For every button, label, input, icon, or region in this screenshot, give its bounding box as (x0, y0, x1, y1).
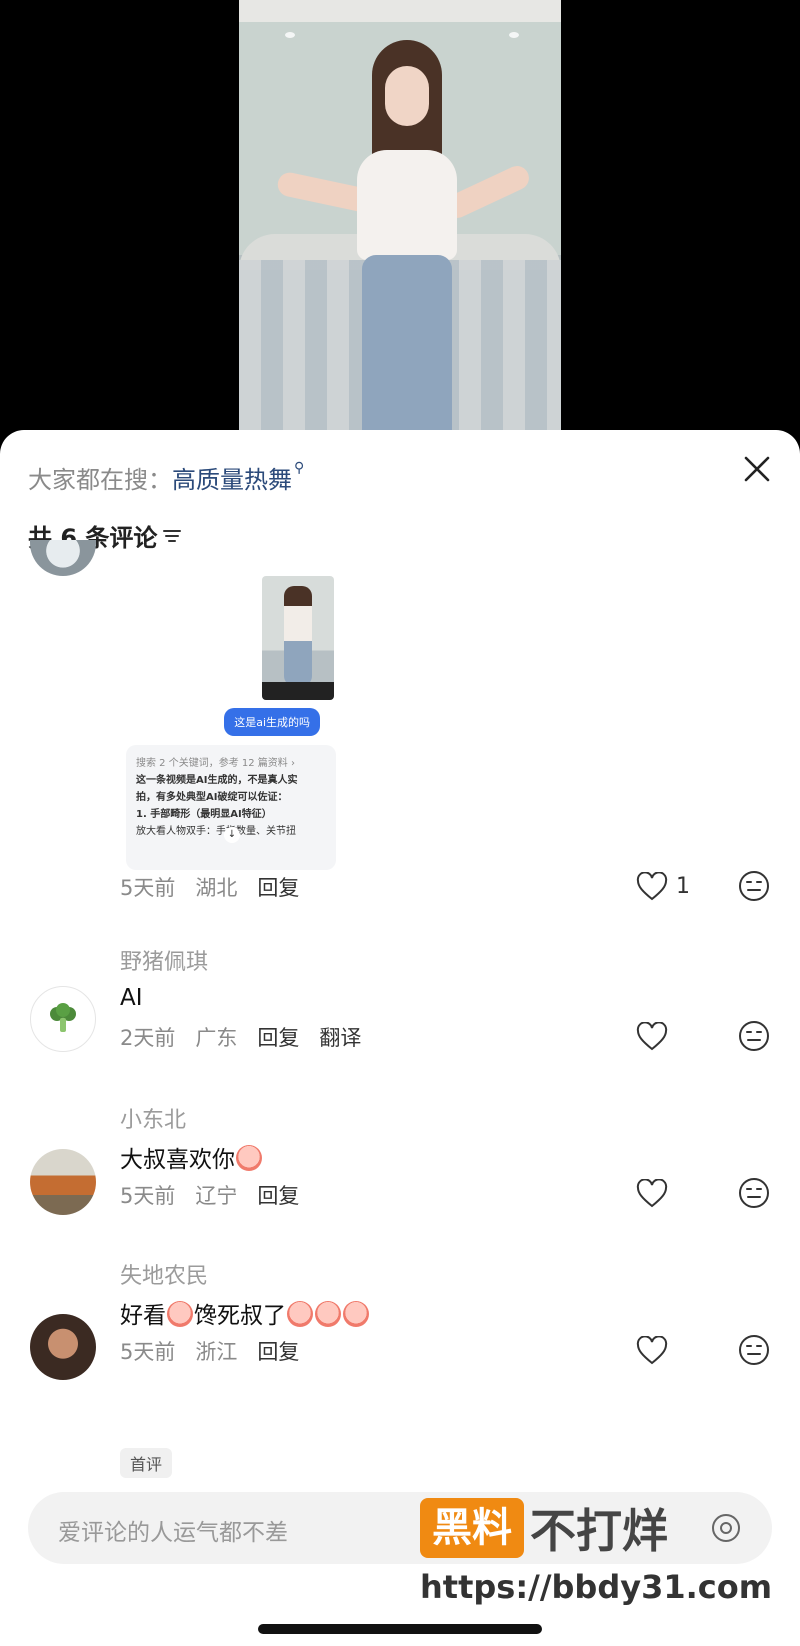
comment-input-placeholder: 爱评论的人运气都不差 (58, 1520, 288, 1546)
arrow-down-icon: ↓ (224, 827, 240, 843)
comment-meta: 5天前 湖北 回复 (120, 872, 299, 902)
comment-text: 好看 馋死叔了 (120, 1296, 370, 1330)
comment-meta: 5天前 浙江 回复 (120, 1336, 299, 1366)
avatar[interactable] (30, 986, 96, 1052)
comment-time: 5天前 (120, 1184, 176, 1208)
first-comment-badge: 首评 (120, 1448, 173, 1478)
comment-text: 大叔喜欢你 (120, 1140, 263, 1174)
close-icon[interactable] (742, 454, 772, 484)
comment-meta: 5天前 辽宁 回复 (120, 1180, 299, 1210)
dancer-shirt (357, 150, 457, 260)
emoji-react-icon[interactable] (738, 1334, 770, 1366)
video-player[interactable] (239, 0, 561, 440)
heart-icon[interactable] (636, 1336, 668, 1366)
sort-icon[interactable] (163, 529, 182, 543)
commenter-name[interactable]: 小东北 (120, 1102, 186, 1134)
peach-emoji-icon (167, 1301, 193, 1327)
ceiling-light (285, 32, 295, 38)
like-count: 1 (676, 874, 690, 899)
comment-location: 广东 (195, 1026, 238, 1050)
comment-location: 湖北 (195, 876, 238, 900)
watermark-url: https://bbdy31.com (420, 1568, 773, 1606)
image-person (284, 586, 312, 686)
card-line: 这一条视频是AI生成的，不是真人实 (136, 775, 298, 786)
watermark: 黑料 不打烊 (420, 1495, 668, 1561)
crying-emoji-icon (343, 1301, 369, 1327)
broccoli-icon (50, 1003, 76, 1032)
reply-button[interactable]: 回复 (257, 1022, 299, 1052)
translate-button[interactable]: 翻译 (319, 1022, 361, 1052)
watermark-box: 黑料 (420, 1498, 524, 1558)
crying-emoji-icon (315, 1301, 341, 1327)
comment-text: AI (120, 985, 143, 1011)
ceiling-light (509, 32, 519, 38)
card-line: 拍，有多处典型AI破绽可以佐证： (136, 792, 288, 803)
comment-text-part: 馋死叔了 (194, 1303, 286, 1329)
heart-icon[interactable] (636, 1022, 668, 1052)
emoji-react-icon[interactable] (738, 1020, 770, 1052)
comments-sheet: 大家都在搜：高质量热舞 ⚲ 共 6 条评论 这是ai生成的吗 搜索 2 个关键词，… (0, 430, 800, 1646)
heart-icon[interactable] (636, 1179, 668, 1209)
comment-image[interactable]: 这是ai生成的吗 搜索 2 个关键词，参考 12 篇资料 › 这一条视频是AI生… (126, 570, 340, 870)
comment-time: 5天前 (120, 876, 176, 900)
image-answer-card: 搜索 2 个关键词，参考 12 篇资料 › 这一条视频是AI生成的，不是真人实 … (126, 745, 336, 870)
trending-keyword[interactable]: 高质量热舞 (172, 466, 292, 494)
avatar[interactable] (30, 1149, 96, 1215)
at-mention-icon[interactable] (710, 1512, 742, 1544)
comment-location: 浙江 (195, 1340, 238, 1364)
comment-text-part: 好看 (120, 1303, 166, 1329)
reply-button[interactable]: 回复 (257, 1180, 299, 1210)
commenter-name[interactable]: 失地农民 (120, 1258, 208, 1290)
screen: 大家都在搜：高质量热舞 ⚲ 共 6 条评论 这是ai生成的吗 搜索 2 个关键词，… (0, 0, 800, 1646)
peach-emoji-icon (236, 1145, 262, 1171)
image-toolbar (262, 682, 334, 700)
avatar[interactable] (30, 1314, 96, 1380)
comment-text-content: 大叔喜欢你 (120, 1147, 235, 1173)
card-meta: 搜索 2 个关键词，参考 12 篇资料 › (136, 758, 295, 769)
dancer-jeans (362, 255, 452, 440)
emoji-react-icon[interactable] (738, 870, 770, 902)
emoji-react-icon[interactable] (738, 1177, 770, 1209)
avatar[interactable] (30, 540, 96, 576)
image-video-preview (262, 576, 334, 700)
dancer-figure (275, 40, 533, 440)
watermark-text: 不打烊 (530, 1504, 668, 1558)
comment-time: 2天前 (120, 1026, 176, 1050)
comment-location: 辽宁 (195, 1184, 238, 1208)
heart-icon[interactable] (636, 872, 668, 902)
trending-prefix: 大家都在搜： (28, 466, 172, 494)
card-line: 1. 手部畸形（最明显AI特征） (136, 809, 272, 820)
image-chat-bubble: 这是ai生成的吗 (224, 708, 320, 736)
dancer-face (385, 66, 429, 126)
reply-button[interactable]: 回复 (257, 872, 299, 902)
crying-emoji-icon (287, 1301, 313, 1327)
trending-search[interactable]: 大家都在搜：高质量热舞 ⚲ (28, 460, 304, 495)
comment-time: 5天前 (120, 1340, 176, 1364)
comment-meta: 2天前 广东 回复 翻译 (120, 1022, 361, 1052)
reply-button[interactable]: 回复 (257, 1336, 299, 1366)
commenter-name[interactable]: 野猪佩琪 (120, 944, 208, 976)
home-indicator[interactable] (258, 1624, 542, 1634)
search-icon: ⚲ (294, 460, 305, 476)
